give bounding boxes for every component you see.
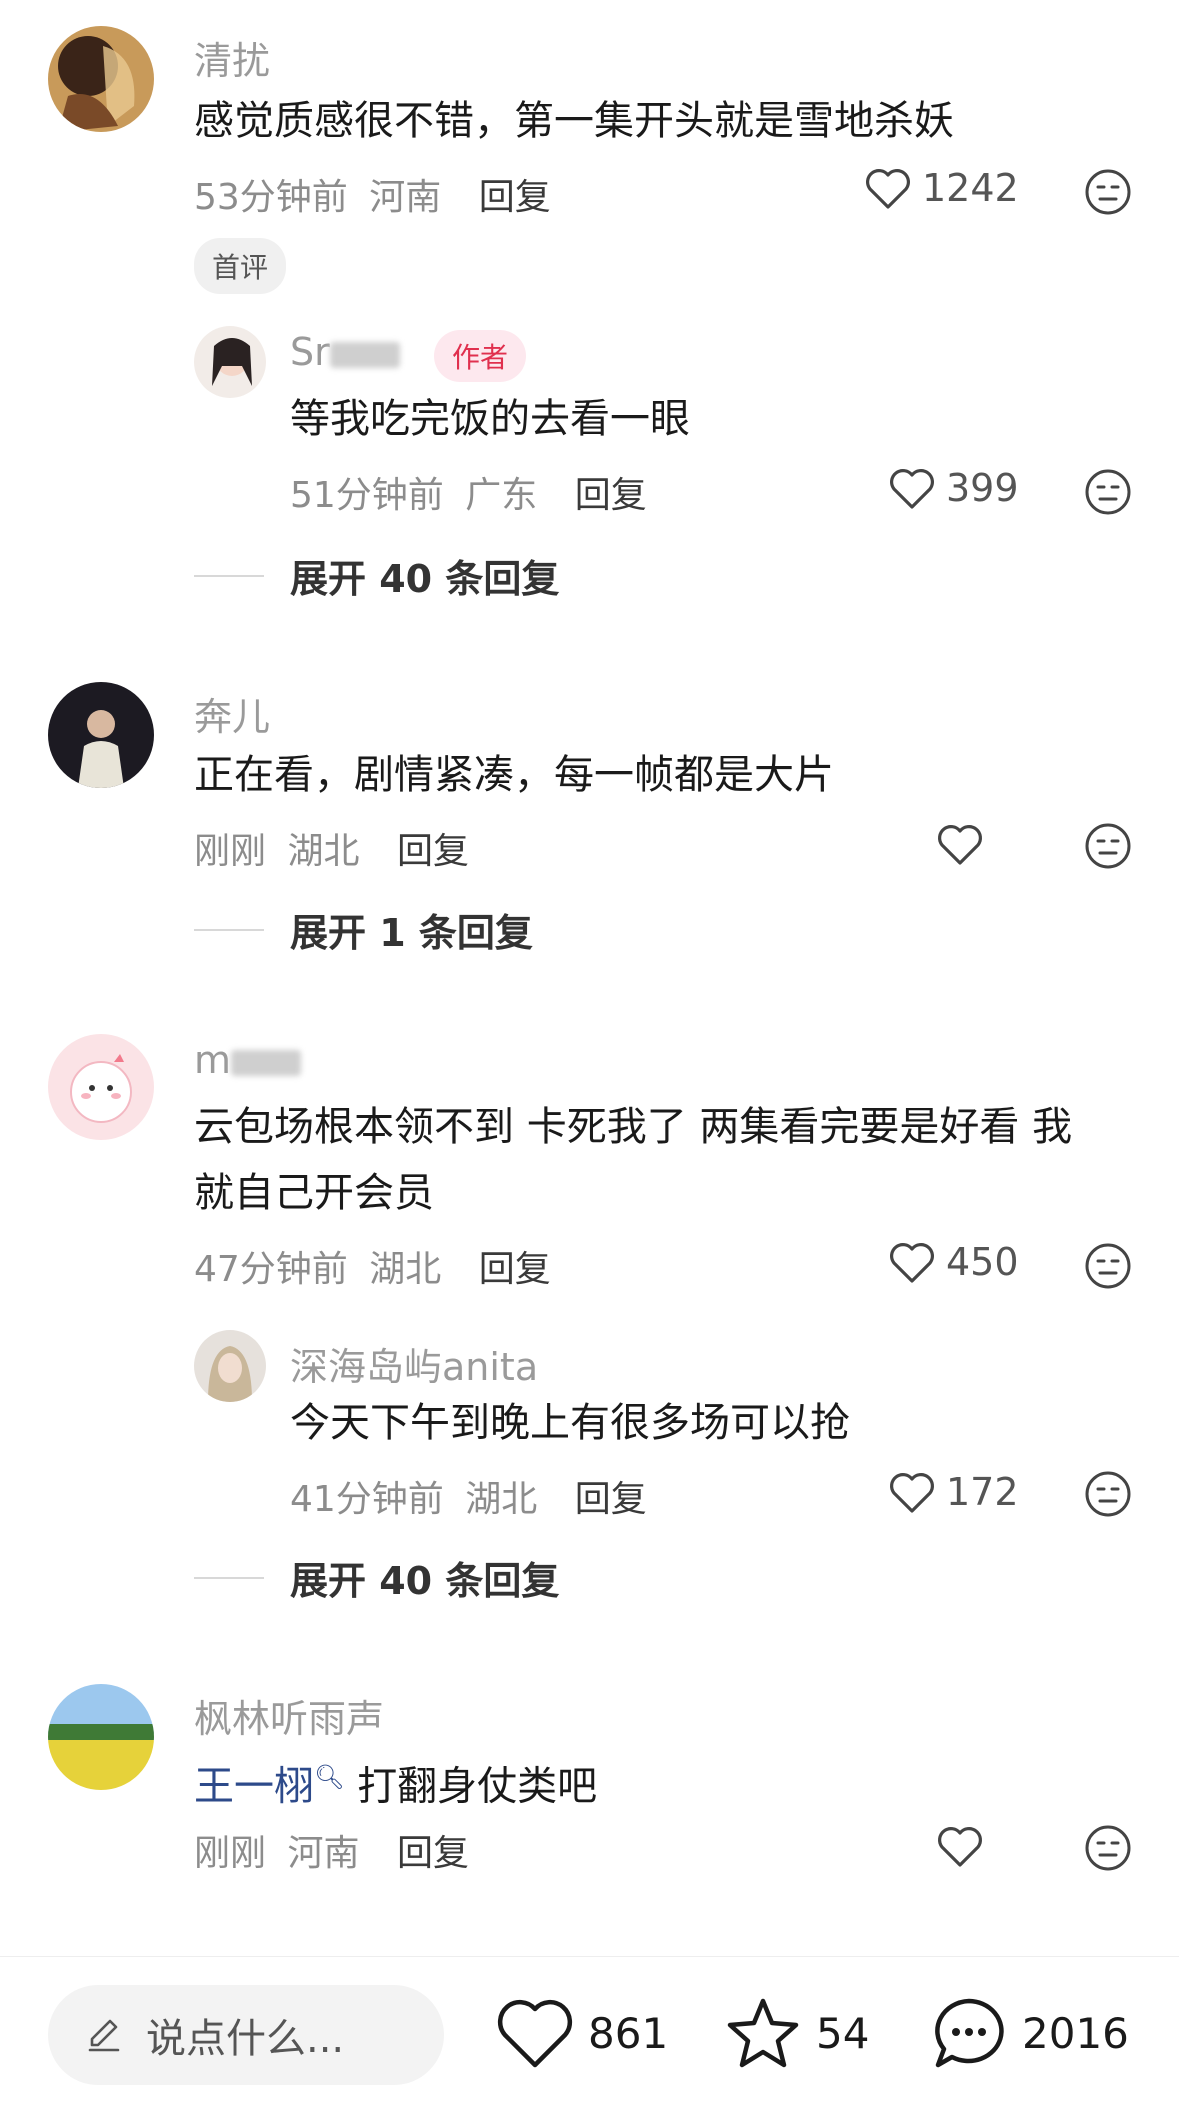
heart-icon xyxy=(938,1827,982,1867)
comment-input[interactable]: 说点什么... xyxy=(48,1985,444,2085)
reply-button[interactable]: 回复 xyxy=(575,1479,647,1520)
reply-location: 广东 xyxy=(465,475,538,516)
comment-meta: 刚刚 河南 回复 xyxy=(194,1824,469,1876)
like-post-button[interactable]: 861 xyxy=(496,1995,668,2071)
comment-location: 湖北 xyxy=(369,1249,442,1290)
reply-button[interactable]: 回复 xyxy=(397,1833,469,1874)
reply-meta: 41分钟前 湖北 回复 xyxy=(290,1470,647,1522)
heart-icon xyxy=(890,469,934,509)
divider-line xyxy=(194,1576,264,1579)
comment-username[interactable]: 枫林听雨声 xyxy=(194,1688,384,1743)
favorite-count: 54 xyxy=(816,2008,870,2058)
user-avatar[interactable] xyxy=(194,326,266,398)
bottom-action-bar: 说点什么... 861 54 2016 xyxy=(0,1956,1179,2112)
expand-replies-button[interactable]: 展开 40 条回复 xyxy=(194,548,559,603)
comment-username[interactable]: 清扰 xyxy=(194,30,270,85)
heart-icon xyxy=(890,1473,934,1513)
mention-search-icon: 🔍︎ xyxy=(314,1763,345,1791)
favorite-button[interactable]: 54 xyxy=(724,1995,869,2071)
user-avatar[interactable] xyxy=(48,1684,154,1790)
comment-time: 47分钟前 xyxy=(194,1249,348,1290)
comment-location: 河南 xyxy=(287,1833,360,1874)
comment-text: 感觉质感很不错，第一集开头就是雪地杀妖 xyxy=(194,98,954,144)
reply-location: 湖北 xyxy=(465,1479,538,1520)
like-button[interactable]: 450 xyxy=(888,1240,1019,1284)
user-avatar[interactable] xyxy=(194,1330,266,1402)
reply-text: 等我吃完饭的去看一眼 xyxy=(290,396,690,442)
post-like-count: 861 xyxy=(588,2008,669,2058)
reply-time: 41分钟前 xyxy=(290,1479,444,1520)
comment-text: 王一栩🔍︎ 打翻身仗类吧 xyxy=(194,1763,598,1810)
like-button[interactable] xyxy=(936,822,984,866)
user-avatar[interactable] xyxy=(48,26,154,132)
comment-input-placeholder: 说点什么... xyxy=(146,2016,345,2062)
emoji-reaction-icon[interactable] xyxy=(1084,168,1132,216)
like-button[interactable]: 1242 xyxy=(864,166,1019,210)
comment-bubble-icon xyxy=(935,1998,1004,2068)
heart-icon xyxy=(938,825,982,865)
user-avatar[interactable] xyxy=(48,682,154,788)
blurred-name xyxy=(231,1049,302,1076)
divider-line xyxy=(194,574,264,577)
heart-icon xyxy=(890,1243,934,1283)
mention-link[interactable]: 王一栩 xyxy=(194,1763,314,1809)
comment-text-line-1: 云包场根本领不到 卡死我了 两集看完要是好看 我 xyxy=(194,1104,1073,1150)
like-button[interactable] xyxy=(936,1824,984,1868)
first-comment-badge: 首评 xyxy=(194,238,287,294)
like-count: 399 xyxy=(946,466,1019,510)
comment-username[interactable]: 奔儿 xyxy=(194,686,270,741)
pencil-icon xyxy=(88,2019,120,2052)
emoji-reaction-icon[interactable] xyxy=(1084,1242,1132,1290)
comment-time: 53分钟前 xyxy=(194,177,348,218)
comment-username[interactable]: m xyxy=(194,1038,302,1082)
blurred-name xyxy=(329,341,400,368)
expand-replies-button[interactable]: 展开 1 条回复 xyxy=(194,902,533,957)
comment-meta: 47分钟前 湖北 回复 xyxy=(194,1240,551,1292)
comment-meta: 53分钟前 河南 回复 xyxy=(194,168,551,220)
comment-location: 湖北 xyxy=(287,831,360,872)
comment-time: 刚刚 xyxy=(194,831,267,872)
heart-icon xyxy=(497,1999,573,2068)
like-button[interactable]: 399 xyxy=(888,466,1019,510)
heart-icon xyxy=(866,169,910,209)
comment-location: 河南 xyxy=(369,177,442,218)
reply-username[interactable]: 深海岛屿anita xyxy=(290,1336,538,1391)
emoji-reaction-icon[interactable] xyxy=(1084,1470,1132,1518)
reply-time: 51分钟前 xyxy=(290,475,444,516)
reply-meta: 51分钟前 广东 回复 xyxy=(290,466,647,518)
reply-button[interactable]: 回复 xyxy=(397,831,469,872)
reply-username[interactable]: Sr xyxy=(290,330,400,374)
comment-meta: 刚刚 湖北 回复 xyxy=(194,822,469,874)
reply-text: 今天下午到晚上有很多场可以抢 xyxy=(290,1400,850,1446)
like-count: 450 xyxy=(946,1240,1019,1284)
divider-line xyxy=(194,928,264,931)
comment-time: 刚刚 xyxy=(194,1833,267,1874)
comments-button[interactable]: 2016 xyxy=(930,1995,1129,2071)
comment-text-line-2: 就自己开会员 xyxy=(194,1170,434,1216)
expand-replies-button[interactable]: 展开 40 条回复 xyxy=(194,1550,559,1605)
emoji-reaction-icon[interactable] xyxy=(1084,1824,1132,1872)
like-count: 172 xyxy=(946,1470,1019,1514)
emoji-reaction-icon[interactable] xyxy=(1084,822,1132,870)
like-count: 1242 xyxy=(922,166,1019,210)
author-tag: 作者 xyxy=(434,330,527,382)
like-button[interactable]: 172 xyxy=(888,1470,1019,1514)
reply-button[interactable]: 回复 xyxy=(575,475,647,516)
user-avatar[interactable] xyxy=(48,1034,154,1140)
comment-text: 正在看，剧情紧凑，每一帧都是大片 xyxy=(194,752,834,798)
comment-count: 2016 xyxy=(1022,2008,1129,2058)
reply-button[interactable]: 回复 xyxy=(479,1249,551,1290)
star-icon xyxy=(727,1998,799,2068)
reply-button[interactable]: 回复 xyxy=(479,177,551,218)
emoji-reaction-icon[interactable] xyxy=(1084,468,1132,516)
